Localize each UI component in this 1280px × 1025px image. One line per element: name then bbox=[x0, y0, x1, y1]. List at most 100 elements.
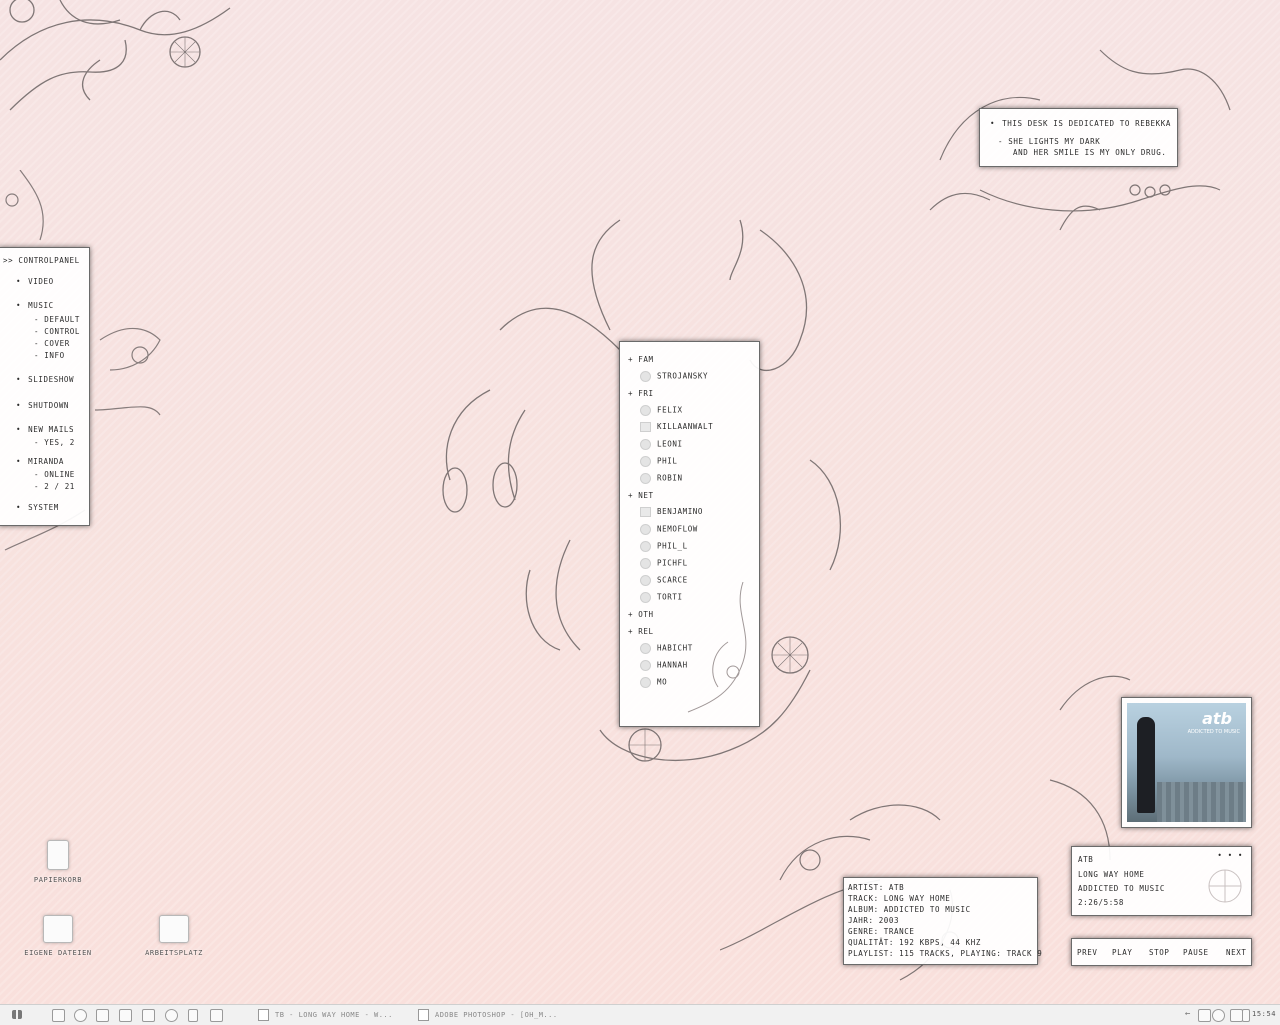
contact-name: strojansky bbox=[657, 371, 709, 381]
cp-item-slideshow[interactable]: slideshow bbox=[16, 375, 74, 384]
group-label: rel bbox=[638, 627, 654, 636]
clock[interactable]: 15:54 bbox=[1252, 1010, 1276, 1018]
group-net[interactable]: + net bbox=[628, 491, 654, 500]
quicklaunch-icon[interactable] bbox=[96, 1009, 109, 1022]
cp-item-miranda[interactable]: miranda bbox=[16, 457, 64, 466]
controlpanel-title: >> controlpanel bbox=[3, 256, 80, 265]
player-dots[interactable]: • • • bbox=[1217, 851, 1243, 860]
group-fri[interactable]: + fri bbox=[628, 389, 654, 398]
desktop-icon-recycle-bin[interactable]: papierkorb bbox=[18, 840, 98, 884]
contact-name: felix bbox=[657, 405, 683, 415]
desktop-icon-my-computer[interactable]: arbeitsplatz bbox=[134, 915, 214, 957]
contact[interactable]: phil bbox=[640, 456, 677, 467]
quicklaunch-icon[interactable] bbox=[165, 1009, 178, 1022]
window-icon bbox=[418, 1009, 429, 1021]
taskbar-task-photoshop[interactable]: adobe photoshop - [oh_m... bbox=[418, 1007, 568, 1023]
group-label: fam bbox=[638, 355, 654, 364]
dedication-line: - she lights my dark bbox=[998, 137, 1101, 146]
status-icon bbox=[640, 524, 651, 535]
contact[interactable]: scarce bbox=[640, 575, 688, 586]
quicklaunch-icon[interactable] bbox=[142, 1009, 155, 1022]
taskbar: tb - long way home - w... adobe photosho… bbox=[0, 1004, 1280, 1025]
group-rel[interactable]: + rel bbox=[628, 627, 654, 636]
dedication-line: This desk is dedicated to Rebekka bbox=[990, 119, 1171, 128]
player-ornament bbox=[1208, 869, 1242, 903]
contact-name: killaanwalt bbox=[657, 422, 714, 431]
album-art-logo: atb bbox=[1202, 709, 1232, 728]
taskbar-task-winamp[interactable]: tb - long way home - w... bbox=[258, 1007, 403, 1023]
contact[interactable]: phil_l bbox=[640, 541, 688, 552]
contact-name: pichfl bbox=[657, 558, 688, 568]
contact-name: benjamino bbox=[657, 507, 704, 516]
task-label: adobe photoshop - [oh_m... bbox=[435, 1011, 558, 1019]
cp-item-miranda-status: - online bbox=[34, 470, 75, 479]
status-icon bbox=[640, 507, 651, 517]
tray-icon[interactable] bbox=[1242, 1009, 1250, 1022]
contact[interactable]: benjamino bbox=[640, 507, 703, 517]
desktop-icon-label: eigene dateien bbox=[24, 949, 92, 957]
status-icon bbox=[640, 558, 651, 569]
contact-name: robin bbox=[657, 473, 683, 483]
prev-button[interactable]: prev bbox=[1077, 948, 1097, 957]
contact-name: nemoflow bbox=[657, 524, 698, 534]
tray-back-icon[interactable]: ← bbox=[1185, 1009, 1196, 1020]
quicklaunch-icon[interactable] bbox=[74, 1009, 87, 1022]
album-art-city bbox=[1157, 782, 1246, 822]
contact[interactable]: hannah bbox=[640, 660, 688, 671]
album-cover-panel[interactable]: atb addicted to music bbox=[1121, 697, 1252, 828]
album-art-subtitle: addicted to music bbox=[1187, 729, 1240, 735]
contact[interactable]: torti bbox=[640, 592, 683, 603]
cp-item-system[interactable]: system bbox=[16, 503, 59, 512]
quicklaunch-icon[interactable] bbox=[52, 1009, 65, 1022]
controlpanel: >> controlpanel video music - default - … bbox=[0, 247, 90, 526]
cp-item-shutdown[interactable]: shutdown bbox=[16, 401, 69, 410]
status-icon bbox=[640, 660, 651, 671]
status-icon bbox=[640, 592, 651, 603]
info-playlist: playlist: 115 tracks, playing: track 9 bbox=[848, 949, 1043, 958]
group-label: oth bbox=[638, 610, 654, 619]
cp-item-info[interactable]: - info bbox=[34, 351, 65, 360]
cp-item-cover[interactable]: - cover bbox=[34, 339, 70, 348]
cp-item-new-mails[interactable]: new mails bbox=[16, 425, 74, 434]
quicklaunch-icon[interactable] bbox=[210, 1009, 223, 1022]
start-menu-icon[interactable] bbox=[12, 1010, 22, 1019]
pause-button[interactable]: pause bbox=[1183, 948, 1209, 957]
cp-item-video[interactable]: video bbox=[16, 277, 54, 286]
contact-name: phil bbox=[657, 456, 678, 466]
status-icon bbox=[640, 473, 651, 484]
stop-button[interactable]: stop bbox=[1149, 948, 1169, 957]
tray-icon[interactable] bbox=[1198, 1009, 1211, 1022]
quicklaunch-icon[interactable] bbox=[188, 1009, 198, 1022]
contact[interactable]: killaanwalt bbox=[640, 422, 713, 432]
dedication-panel: This desk is dedicated to Rebekka - she … bbox=[979, 108, 1178, 167]
panel-corner-ornament bbox=[687, 582, 747, 713]
desktop-icon-my-documents[interactable]: eigene dateien bbox=[18, 915, 98, 957]
contact[interactable]: mo bbox=[640, 677, 667, 688]
track-info: artist: atb track: long way home album: … bbox=[843, 877, 1042, 965]
player-time: 2:26/5:58 bbox=[1078, 898, 1125, 907]
contact[interactable]: leoni bbox=[640, 439, 683, 450]
player-album: addicted to music bbox=[1078, 884, 1165, 893]
group-fam[interactable]: + fam bbox=[628, 355, 654, 364]
cp-item-default[interactable]: - default bbox=[34, 315, 80, 324]
desktop-icon-label: papierkorb bbox=[33, 876, 83, 884]
corner-ornament-top-left bbox=[0, 0, 231, 111]
group-label: fri bbox=[638, 389, 654, 398]
group-oth[interactable]: + oth bbox=[628, 610, 654, 619]
status-icon bbox=[640, 371, 651, 382]
computer-icon bbox=[159, 915, 189, 943]
tray-icon[interactable] bbox=[1212, 1009, 1225, 1022]
status-icon bbox=[640, 439, 651, 450]
info-track: track: long way home bbox=[848, 894, 951, 903]
quicklaunch-icon[interactable] bbox=[119, 1009, 132, 1022]
next-button[interactable]: next bbox=[1226, 948, 1246, 957]
play-button[interactable]: play bbox=[1112, 948, 1132, 957]
contact[interactable]: nemoflow bbox=[640, 524, 698, 535]
player-track: long way home bbox=[1078, 870, 1145, 879]
contact[interactable]: felix bbox=[640, 405, 683, 416]
contact[interactable]: robin bbox=[640, 473, 683, 484]
cp-item-music[interactable]: music bbox=[16, 301, 54, 310]
contact[interactable]: pichfl bbox=[640, 558, 688, 569]
cp-item-control[interactable]: - control bbox=[34, 327, 80, 336]
contact[interactable]: strojansky bbox=[640, 371, 708, 382]
